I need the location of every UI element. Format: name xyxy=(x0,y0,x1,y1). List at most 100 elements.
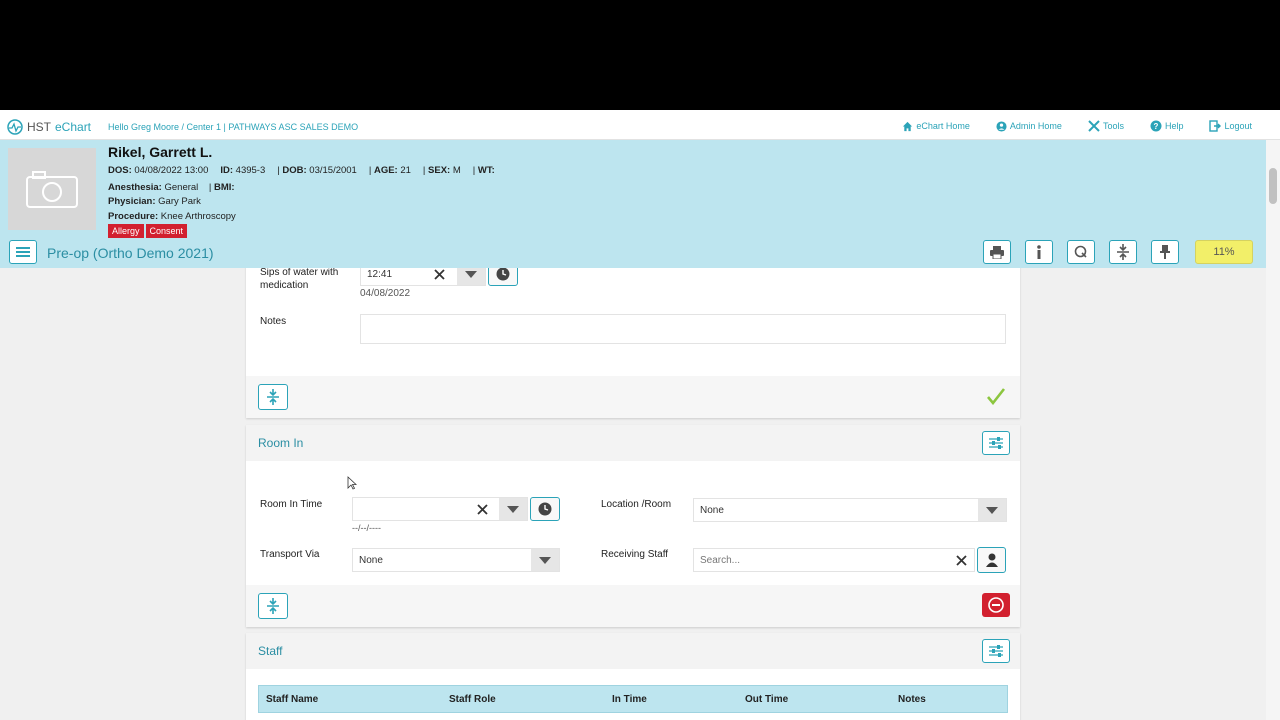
mouse-cursor-icon xyxy=(347,476,357,490)
column-notes[interactable]: Notes xyxy=(898,694,926,705)
staff-settings-button[interactable] xyxy=(982,639,1010,663)
close-icon xyxy=(433,268,445,280)
age-value: 21 xyxy=(400,165,411,176)
location-value: None xyxy=(700,504,724,516)
room-in-incomplete-button[interactable] xyxy=(982,593,1010,617)
anesthesia-label: Anesthesia: xyxy=(108,182,162,193)
dob-label: DOB: xyxy=(282,165,307,176)
sips-clock-button[interactable] xyxy=(488,268,518,286)
column-staff-name[interactable]: Staff Name xyxy=(266,694,318,705)
id-label: ID: xyxy=(220,165,234,176)
clock-icon xyxy=(538,502,552,516)
location-select[interactable]: None xyxy=(693,498,1007,522)
patient-header: Rikel, Garrett L. DOS: 04/08/2022 13:00 … xyxy=(0,140,1266,268)
nav-echart-home[interactable]: eChart Home xyxy=(902,120,970,132)
staff-header: Staff xyxy=(246,633,1020,669)
physician-line: Physician: Gary Park xyxy=(108,196,201,207)
room-in-footer xyxy=(246,585,1020,627)
collapse-icon xyxy=(267,598,279,614)
dos-value: 04/08/2022 13:00 xyxy=(134,165,209,176)
collapse-icon xyxy=(1117,244,1129,260)
nav-logout[interactable]: Logout xyxy=(1209,120,1252,132)
transport-dropdown[interactable] xyxy=(531,549,559,571)
wt-label: WT: xyxy=(477,165,495,176)
page-title: Pre-op (Ortho Demo 2021) xyxy=(47,245,214,261)
column-staff-role[interactable]: Staff Role xyxy=(449,694,496,705)
receiving-staff-clear-button[interactable] xyxy=(954,553,968,567)
header-toolbar xyxy=(983,240,1193,264)
staff-title: Staff xyxy=(258,644,283,658)
logo-text: HST xyxy=(27,120,51,134)
print-icon xyxy=(990,245,1004,259)
receiving-staff-picker-button[interactable] xyxy=(977,547,1006,573)
sips-complete-check[interactable] xyxy=(984,384,1008,408)
sips-clear-button[interactable] xyxy=(432,268,446,281)
notes-textarea[interactable] xyxy=(360,314,1006,344)
room-in-clock-button[interactable] xyxy=(530,497,560,521)
sips-date: 04/08/2022 xyxy=(360,288,411,299)
nav-help-label: Help xyxy=(1164,121,1184,131)
sips-collapse-button[interactable] xyxy=(258,384,288,410)
sex-label: SEX: xyxy=(428,165,451,176)
logo[interactable]: HST eChart xyxy=(7,119,91,135)
nav-admin-home[interactable]: Admin Home xyxy=(996,120,1062,132)
info-button[interactable] xyxy=(1025,240,1053,264)
nav-tools-label: Tools xyxy=(1102,121,1124,131)
nav-tools[interactable]: Tools xyxy=(1088,120,1124,132)
column-out-time[interactable]: Out Time xyxy=(745,694,788,705)
pin-button[interactable] xyxy=(1151,240,1179,264)
checkmark-icon xyxy=(987,388,1006,405)
physician-label: Physician: xyxy=(108,196,156,207)
hamburger-icon xyxy=(16,247,30,257)
room-in-settings-button[interactable] xyxy=(982,431,1010,455)
room-in-time-label: Room In Time xyxy=(260,499,323,510)
transport-select[interactable]: None xyxy=(352,548,560,572)
room-in-date-placeholder: --/--/---- xyxy=(352,523,381,533)
sips-card-footer xyxy=(246,376,1020,418)
collapse-all-button[interactable] xyxy=(1109,240,1137,264)
sips-time-value: 12:41 xyxy=(367,268,393,280)
location-dropdown[interactable] xyxy=(978,499,1006,521)
allergy-badge[interactable]: Allergy xyxy=(108,224,144,238)
scrollbar-thumb[interactable] xyxy=(1269,168,1277,204)
location-label: Location /Room xyxy=(601,499,672,510)
chevron-down-icon xyxy=(986,506,998,514)
physician-value: Gary Park xyxy=(158,196,201,207)
column-in-time[interactable]: In Time xyxy=(612,694,647,705)
sliders-icon xyxy=(989,437,1003,449)
receiving-staff-search[interactable]: Search... xyxy=(693,548,975,572)
patient-info-line: DOS: 04/08/2022 13:00 ID: 4395-3 | DOB: … xyxy=(108,165,495,176)
room-in-time-dropdown[interactable] xyxy=(499,498,527,520)
sips-time-dropdown[interactable] xyxy=(457,268,485,285)
room-in-time-clear-button[interactable] xyxy=(475,502,489,516)
chevron-down-icon xyxy=(465,270,477,278)
consent-badge[interactable]: Consent xyxy=(145,224,188,238)
sex-value: M xyxy=(452,165,461,176)
patient-photo[interactable] xyxy=(8,148,96,230)
print-button[interactable] xyxy=(983,240,1011,264)
notes-label: Notes xyxy=(260,316,287,327)
person-icon xyxy=(985,553,998,567)
search-record-button[interactable] xyxy=(1067,240,1095,264)
menu-button[interactable] xyxy=(9,240,37,264)
app-window: HST eChart Hello Greg Moore / Center 1 |… xyxy=(0,110,1280,720)
nav-logout-label: Logout xyxy=(1224,121,1252,131)
sips-card: Sips of water with medication 12:41 04/0… xyxy=(246,268,1020,418)
sliders-icon xyxy=(989,645,1003,657)
procedure-value: Knee Arthroscopy xyxy=(160,211,236,222)
nav-help[interactable]: ? Help xyxy=(1150,120,1184,132)
room-in-collapse-button[interactable] xyxy=(258,593,288,619)
user-circle-icon xyxy=(996,120,1007,132)
staff-card: Staff Staff Name Staff Role In Time Out … xyxy=(246,633,1020,720)
age-label: AGE: xyxy=(373,165,398,176)
patient-name: Rikel, Garrett L. xyxy=(108,144,213,160)
dob-value: 03/15/2001 xyxy=(309,165,357,176)
sips-label: Sips of water with medication xyxy=(260,268,339,291)
receiving-staff-placeholder: Search... xyxy=(700,554,741,566)
page-title-row: Pre-op (Ortho Demo 2021) 11% xyxy=(0,240,1266,268)
page-scrollbar[interactable] xyxy=(1266,140,1280,720)
close-icon xyxy=(476,503,488,515)
alert-badges: Allergy Consent xyxy=(108,224,189,238)
room-in-title: Room In xyxy=(258,436,304,450)
dos-label: DOS: xyxy=(108,165,132,176)
